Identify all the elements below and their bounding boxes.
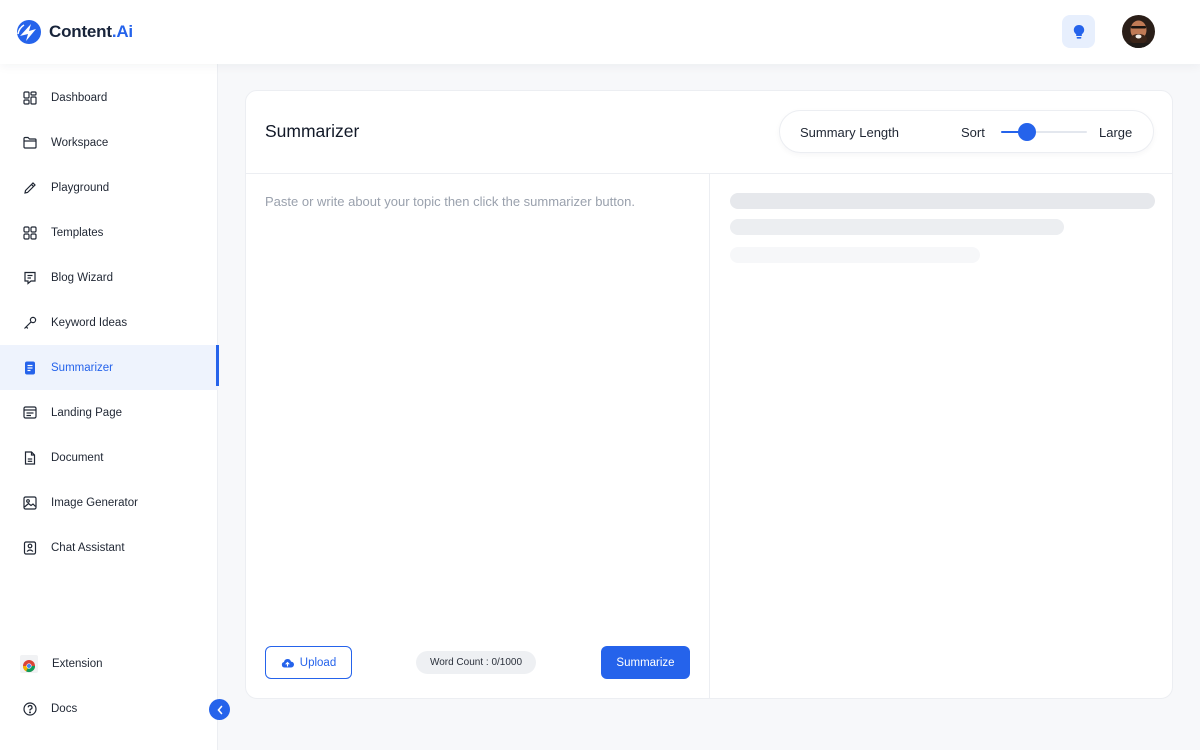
slider-min-label: Sort xyxy=(961,125,985,140)
logo-mark-icon xyxy=(17,20,41,44)
top-bar: Content.Ai xyxy=(0,0,1200,64)
key-icon xyxy=(22,315,37,330)
slider-max-label: Large xyxy=(1099,125,1133,140)
help-circle-icon xyxy=(22,701,37,716)
chrome-icon xyxy=(20,654,38,673)
blog-icon xyxy=(22,270,37,285)
summary-length-control: Summary Length Sort Large xyxy=(779,110,1154,153)
sidebar-item-landing-page[interactable]: Landing Page xyxy=(0,390,218,435)
lightbulb-icon xyxy=(1073,24,1084,39)
landing-page-icon xyxy=(22,405,37,420)
cloud-upload-icon xyxy=(281,658,294,667)
sidebar-item-label: Chat Assistant xyxy=(51,541,125,554)
page-title: Summarizer xyxy=(265,121,360,141)
sidebar-item-workspace[interactable]: Workspace xyxy=(0,120,218,165)
dashboard-icon xyxy=(22,90,37,105)
output-pane xyxy=(711,174,1172,698)
summarizer-card: Summarizer Summary Length Sort Large Upl… xyxy=(245,90,1173,699)
sidebar-item-label: Summarizer xyxy=(51,361,113,374)
sidebar-item-label: Extension xyxy=(52,657,103,670)
loading-skeleton-line xyxy=(730,219,1064,235)
sidebar-item-label: Templates xyxy=(51,226,104,239)
sidebar-item-chat-assistant[interactable]: Chat Assistant xyxy=(0,525,218,570)
sidebar-item-label: Playground xyxy=(51,181,110,194)
sidebar-item-templates[interactable]: Templates xyxy=(0,210,218,255)
word-count-badge: Word Count : 0/1000 xyxy=(416,651,536,674)
sidebar-item-label: Landing Page xyxy=(51,406,122,419)
sidebar-item-extension[interactable]: Extension xyxy=(0,641,218,686)
sidebar: Dashboard Workspace Playground Templates… xyxy=(0,64,219,750)
sidebar-item-dashboard[interactable]: Dashboard xyxy=(0,75,218,120)
topic-input[interactable] xyxy=(265,194,695,624)
chat-icon xyxy=(22,540,37,555)
logo[interactable]: Content.Ai xyxy=(16,18,133,46)
brand-name: Content.Ai xyxy=(49,22,133,41)
sidebar-item-label: Keyword Ideas xyxy=(51,316,128,329)
avatar-image xyxy=(1122,15,1155,48)
grid-icon xyxy=(22,225,37,240)
sidebar-item-blog-wizard[interactable]: Blog Wizard xyxy=(0,255,218,300)
sidebar-item-label: Document xyxy=(51,451,104,464)
sidebar-item-document[interactable]: Document xyxy=(0,435,218,480)
sidebar-item-label: Blog Wizard xyxy=(51,271,113,284)
loading-skeleton-line xyxy=(730,193,1155,209)
chevron-left-icon xyxy=(216,705,222,714)
sidebar-item-image-generator[interactable]: Image Generator xyxy=(0,480,218,525)
card-header: Summarizer Summary Length Sort Large xyxy=(246,91,1172,174)
upload-label: Upload xyxy=(299,656,337,669)
sidebar-bottom-nav: Extension Docs xyxy=(0,641,218,731)
user-avatar[interactable] xyxy=(1122,15,1155,48)
sidebar-item-label: Docs xyxy=(51,702,78,715)
summary-length-label: Summary Length xyxy=(800,125,899,140)
folder-icon xyxy=(22,135,37,150)
upload-button[interactable]: Upload xyxy=(265,646,352,679)
collapse-sidebar-button[interactable] xyxy=(209,699,230,720)
document-icon xyxy=(22,360,37,375)
input-pane: Upload Word Count : 0/1000 Summarize xyxy=(246,174,710,698)
sidebar-item-summarizer[interactable]: Summarizer xyxy=(0,345,219,390)
sidebar-item-label: Workspace xyxy=(51,136,109,149)
file-icon xyxy=(22,450,37,465)
sidebar-nav: Dashboard Workspace Playground Templates… xyxy=(0,75,219,570)
slider-thumb[interactable] xyxy=(1018,123,1036,141)
sidebar-item-label: Image Generator xyxy=(51,496,138,509)
sidebar-item-playground[interactable]: Playground xyxy=(0,165,218,210)
sidebar-item-keyword-ideas[interactable]: Keyword Ideas xyxy=(0,300,218,345)
lightbulb-button[interactable] xyxy=(1062,15,1095,48)
pencil-icon xyxy=(22,180,37,195)
image-icon xyxy=(22,495,37,510)
loading-skeleton-line xyxy=(730,247,980,263)
summarize-button[interactable]: Summarize xyxy=(601,646,690,679)
sidebar-item-docs[interactable]: Docs xyxy=(0,686,218,731)
sidebar-item-label: Dashboard xyxy=(51,91,108,104)
summary-length-slider[interactable] xyxy=(1001,123,1087,141)
